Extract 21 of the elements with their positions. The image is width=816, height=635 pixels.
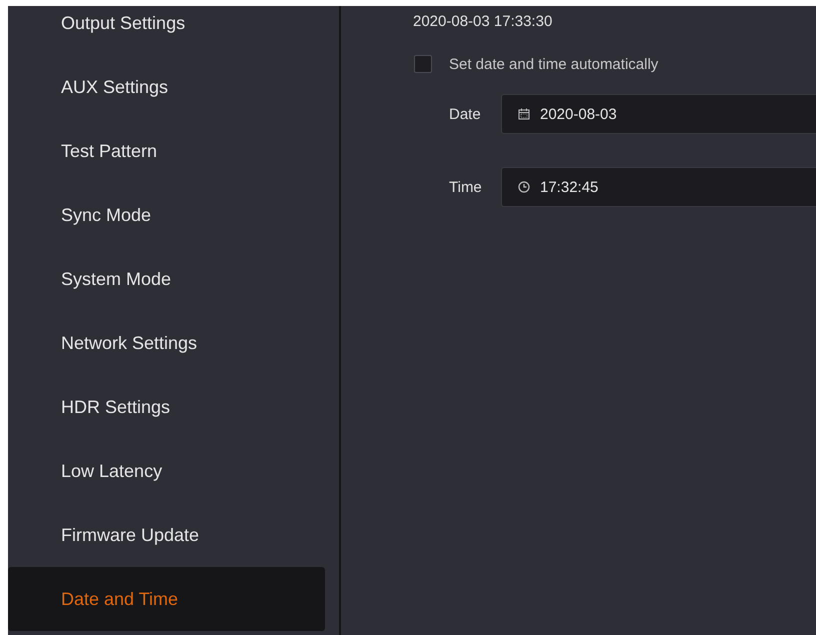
sidebar-item[interactable]: Sync Mode [8, 183, 325, 247]
sidebar-item[interactable]: Firmware Update [8, 503, 325, 567]
sidebar-item[interactable]: AUX Settings [8, 55, 325, 119]
current-time: 2020-08-03 17:33:30 [413, 12, 554, 32]
calendar-icon [518, 108, 530, 120]
field-label: Time [449, 178, 483, 196]
checkbox[interactable] [414, 55, 432, 73]
time-field[interactable]: 17:32:45 [501, 167, 816, 207]
sidebar-item[interactable]: Date and Time [8, 567, 325, 631]
field-value: 17:32:45 [540, 178, 598, 196]
sidebar-item[interactable]: Network Settings [8, 311, 325, 375]
field-value: 2020-08-03 [540, 106, 617, 122]
date-field[interactable]: 2020-08-03 [501, 94, 816, 134]
field-label: Date [449, 106, 482, 122]
sidebar-item[interactable]: Output Settings [8, 6, 325, 55]
sidebar-item[interactable]: System Mode [8, 247, 325, 311]
sidebar-item[interactable]: Low Latency [8, 439, 325, 503]
clock-icon [518, 181, 530, 193]
sidebar-item[interactable]: HDR Settings [8, 375, 325, 439]
sidebar-item[interactable]: Test Pattern [8, 119, 325, 183]
checkbox-label: Set date and time automatically [449, 56, 658, 72]
